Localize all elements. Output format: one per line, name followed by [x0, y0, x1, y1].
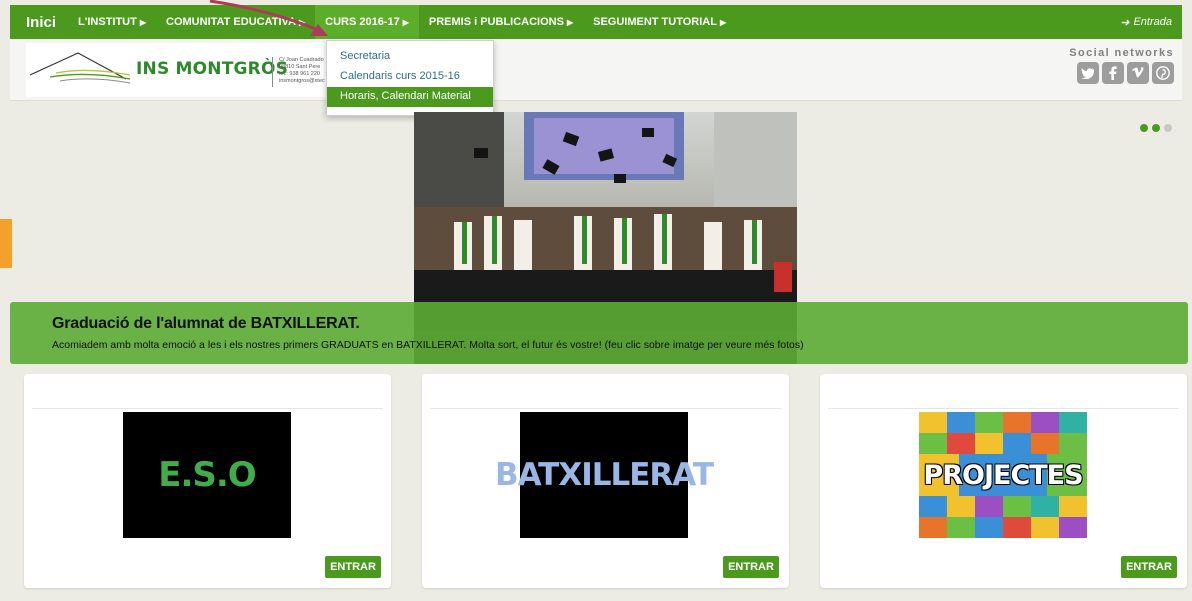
- menu-item-calendaris[interactable]: Calendaris curs 2015-16: [327, 67, 493, 87]
- card-divider: [430, 408, 781, 409]
- card-image-text: BATXILLERAT: [494, 457, 714, 493]
- site-header: INS MONTGRÒS C/ Joan Cuadrado 08810 Sant…: [10, 39, 1182, 101]
- caret-right-icon: ▶: [566, 17, 574, 27]
- top-navigation: Inici L'INSTITUT ▶ COMUNITAT EDUCATIVA ▶…: [10, 5, 1182, 39]
- caret-right-icon: ▶: [402, 17, 409, 27]
- nav-item-seguiment[interactable]: SEGUIMENT TUTORIAL ▶: [583, 5, 736, 39]
- side-feedback-tab[interactable]: [0, 219, 12, 268]
- card-image-text: PROJECTES: [923, 459, 1083, 491]
- sign-in-icon: ➜: [1120, 16, 1130, 29]
- card-projectes: PROJECTES ENTRAR: [820, 374, 1187, 588]
- school-logo[interactable]: INS MONTGRÒS C/ Joan Cuadrado 08810 Sant…: [26, 43, 351, 97]
- card-image-batxillerat[interactable]: BATXILLERAT: [495, 412, 714, 538]
- login-label: Entrada: [1133, 16, 1172, 28]
- facebook-icon[interactable]: [1102, 62, 1124, 84]
- card-divider: [32, 408, 383, 409]
- menu-item-horaris[interactable]: Horaris, Calendari Material: [327, 87, 493, 107]
- login-link[interactable]: ➜ Entrada: [1120, 16, 1172, 29]
- enter-button-eso[interactable]: ENTRAR: [325, 556, 381, 578]
- social-icons: [1077, 62, 1174, 84]
- slide-caption: Graduació de l'alumnat de BATXILLERAT. A…: [10, 302, 1188, 364]
- slide-description: Acomiadem amb molta emoció a les i els n…: [52, 339, 804, 351]
- menu-item-secretaria[interactable]: Secretaria: [327, 47, 493, 67]
- card-image-text: E.S.O: [158, 455, 256, 495]
- school-name: INS MONTGRÒS: [136, 59, 289, 79]
- card-eso: E.S.O ENTRAR: [24, 374, 391, 588]
- caret-right-icon: ▶: [719, 17, 727, 27]
- slider-dot-active[interactable]: [1164, 124, 1172, 132]
- caret-right-icon: ▶: [139, 17, 147, 27]
- card-batxillerat: BATXILLERAT ENTRAR: [422, 374, 789, 588]
- nav-item-label: SEGUIMENT TUTORIAL: [593, 16, 717, 28]
- mountain-logo-icon: [29, 52, 131, 84]
- card-image-projectes[interactable]: PROJECTES: [919, 412, 1087, 538]
- slider-pagination: [1140, 124, 1172, 132]
- pinterest-icon[interactable]: [1152, 62, 1174, 84]
- vimeo-icon[interactable]: [1127, 62, 1149, 84]
- social-networks-label: Social networks: [1069, 47, 1174, 59]
- curs-dropdown-menu: Secretaria Calendaris curs 2015-16 Horar…: [326, 40, 494, 116]
- nav-item-premis[interactable]: PREMIS i PUBLICACIONS ▶: [419, 5, 583, 39]
- annotation-arrow-icon: [209, 0, 328, 36]
- nav-item-label: L'INSTITUT: [78, 16, 137, 28]
- logo-divider: [272, 57, 273, 87]
- slider-dot[interactable]: [1140, 124, 1148, 132]
- twitter-icon[interactable]: [1077, 62, 1099, 84]
- nav-home-link[interactable]: Inici: [10, 14, 68, 31]
- enter-button-projectes[interactable]: ENTRAR: [1121, 556, 1177, 578]
- card-divider: [828, 408, 1179, 409]
- nav-item-label: PREMIS i PUBLICACIONS: [428, 16, 564, 28]
- slide-title: Graduació de l'alumnat de BATXILLERAT.: [52, 315, 360, 332]
- enter-button-batxillerat[interactable]: ENTRAR: [723, 556, 779, 578]
- nav-item-institut[interactable]: L'INSTITUT ▶: [68, 5, 156, 39]
- slider-dot[interactable]: [1152, 124, 1160, 132]
- card-image-eso[interactable]: E.S.O: [123, 412, 291, 538]
